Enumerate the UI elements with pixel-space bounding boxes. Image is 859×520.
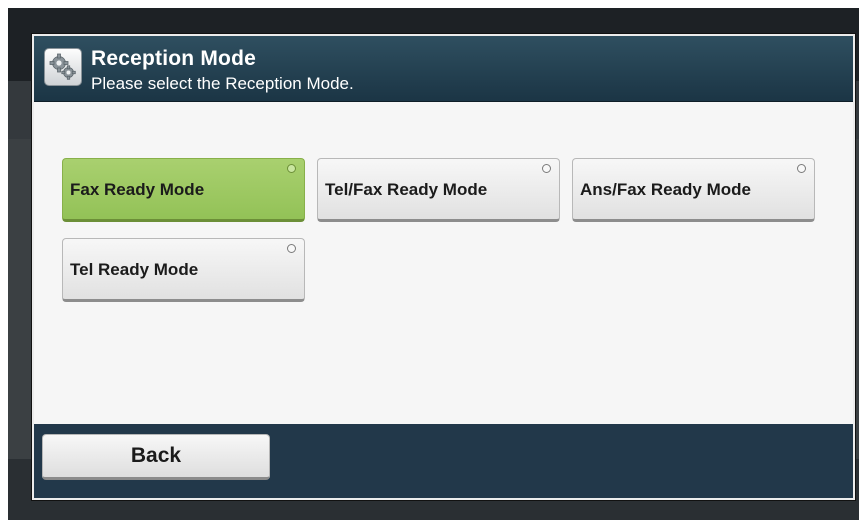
mode-selection-area: Fax Ready Mode Tel/Fax Ready Mode Ans/Fa… bbox=[34, 102, 853, 424]
indicator-icon bbox=[797, 164, 806, 173]
tel-ready-mode-button[interactable]: Tel Ready Mode bbox=[62, 238, 305, 302]
dialog-title: Reception Mode bbox=[91, 47, 256, 70]
dialog-header: Reception Mode Please select the Recepti… bbox=[34, 36, 853, 102]
indicator-icon bbox=[542, 164, 551, 173]
dialog-footer: Back bbox=[34, 424, 853, 498]
mode-label: Tel/Fax Ready Mode bbox=[325, 180, 488, 199]
mode-label: Ans/Fax Ready Mode bbox=[580, 180, 751, 199]
device-screen: Reception Mode Please select the Recepti… bbox=[8, 8, 859, 520]
back-button[interactable]: Back bbox=[42, 434, 270, 480]
ans-fax-ready-mode-button[interactable]: Ans/Fax Ready Mode bbox=[572, 158, 815, 222]
gear-icon bbox=[44, 48, 82, 86]
tel-fax-ready-mode-button[interactable]: Tel/Fax Ready Mode bbox=[317, 158, 560, 222]
mode-label: Tel Ready Mode bbox=[70, 260, 199, 279]
dialog-subtitle: Please select the Reception Mode. bbox=[91, 74, 354, 93]
reception-mode-dialog: Reception Mode Please select the Recepti… bbox=[32, 34, 855, 500]
indicator-icon bbox=[287, 244, 296, 253]
mode-label: Fax Ready Mode bbox=[70, 180, 205, 199]
indicator-icon bbox=[287, 164, 296, 173]
fax-ready-mode-button[interactable]: Fax Ready Mode bbox=[62, 158, 305, 222]
